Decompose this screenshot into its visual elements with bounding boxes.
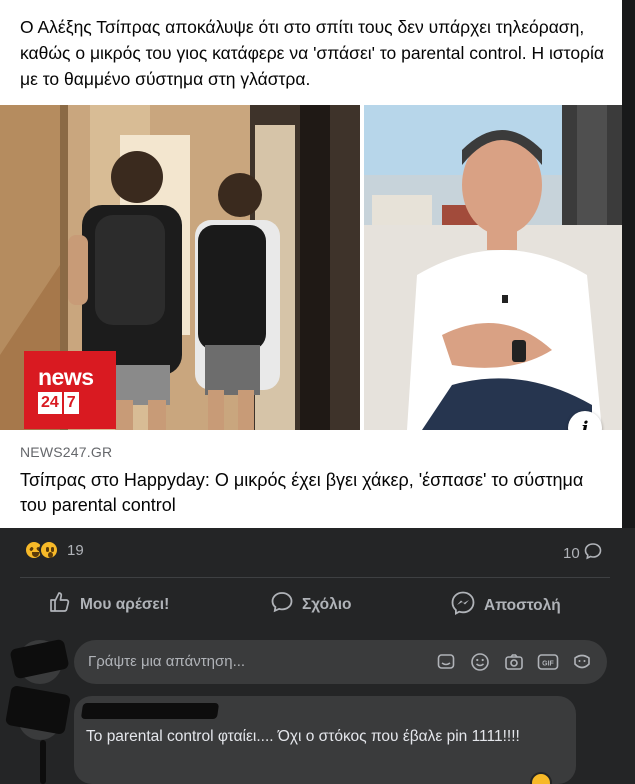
camera-icon[interactable]	[503, 651, 525, 673]
wow-emoji-icon	[39, 540, 59, 560]
thumbs-up-icon	[48, 590, 72, 619]
news247-logo-digits-b: 7	[63, 392, 79, 414]
like-button[interactable]: Μου αρέσει!	[48, 590, 169, 619]
photo-tsipras-tv-studio[interactable]	[362, 105, 622, 430]
post-text: Ο Αλέξης Τσίπρας αποκάλυψε ότι στο σπίτι…	[20, 17, 605, 89]
facebook-post: Ο Αλέξης Τσίπρας αποκάλυψε ότι στο σπίτι…	[0, 0, 635, 784]
link-domain: NEWS247.GR	[20, 444, 113, 460]
send-button[interactable]: Αποστολή	[450, 590, 561, 621]
reactions-summary[interactable]: 19	[24, 540, 84, 560]
reply-placeholder: Γράψτε μια απάντηση...	[88, 653, 246, 670]
comment-icon	[270, 590, 294, 619]
redaction-scribble	[4, 685, 72, 735]
reactions-count: 19	[67, 541, 84, 559]
image-divider	[360, 105, 364, 430]
comments-count-value: 10	[563, 544, 580, 562]
link-title[interactable]: Τσίπρας στο Happyday: Ο μικρός έχει βγει…	[20, 468, 610, 518]
thread-line	[40, 740, 46, 784]
actions-divider	[20, 577, 610, 578]
messenger-icon	[450, 590, 476, 621]
comments-count[interactable]: 10	[563, 542, 602, 564]
like-label: Μου αρέσει!	[80, 595, 170, 613]
comment-text: Το parental control φταίει.... Όχι ο στό…	[86, 728, 520, 745]
comment-button[interactable]: Σχόλιο	[270, 590, 352, 619]
send-label: Αποστολή	[484, 596, 561, 614]
avatar-sticker-icon[interactable]	[571, 651, 593, 673]
comment-label: Σχόλιο	[302, 595, 352, 613]
sticker-icon[interactable]	[435, 651, 457, 673]
emoji-icon[interactable]	[469, 651, 491, 673]
comment-author-redacted[interactable]	[80, 703, 220, 719]
svg-text:GIF: GIF	[542, 661, 554, 668]
comment-bubble-icon	[584, 542, 602, 564]
news247-logo-word: news	[38, 364, 94, 390]
redaction-scribble	[9, 638, 70, 680]
gif-icon[interactable]: GIF	[537, 651, 559, 673]
news247-logo-digits: 24 7	[38, 392, 79, 414]
post-body: Ο Αλέξης Τσίπρας αποκάλυψε ότι στο σπίτι…	[0, 0, 622, 105]
news247-logo-digits-a: 24	[38, 392, 62, 414]
link-preview-caption[interactable]: NEWS247.GR Τσίπρας στο Happyday: Ο μικρό…	[0, 430, 622, 528]
scroll-edge	[622, 0, 635, 528]
reply-tools: GIF	[435, 651, 593, 673]
reply-input[interactable]: Γράψτε μια απάντηση... GIF	[74, 640, 607, 684]
